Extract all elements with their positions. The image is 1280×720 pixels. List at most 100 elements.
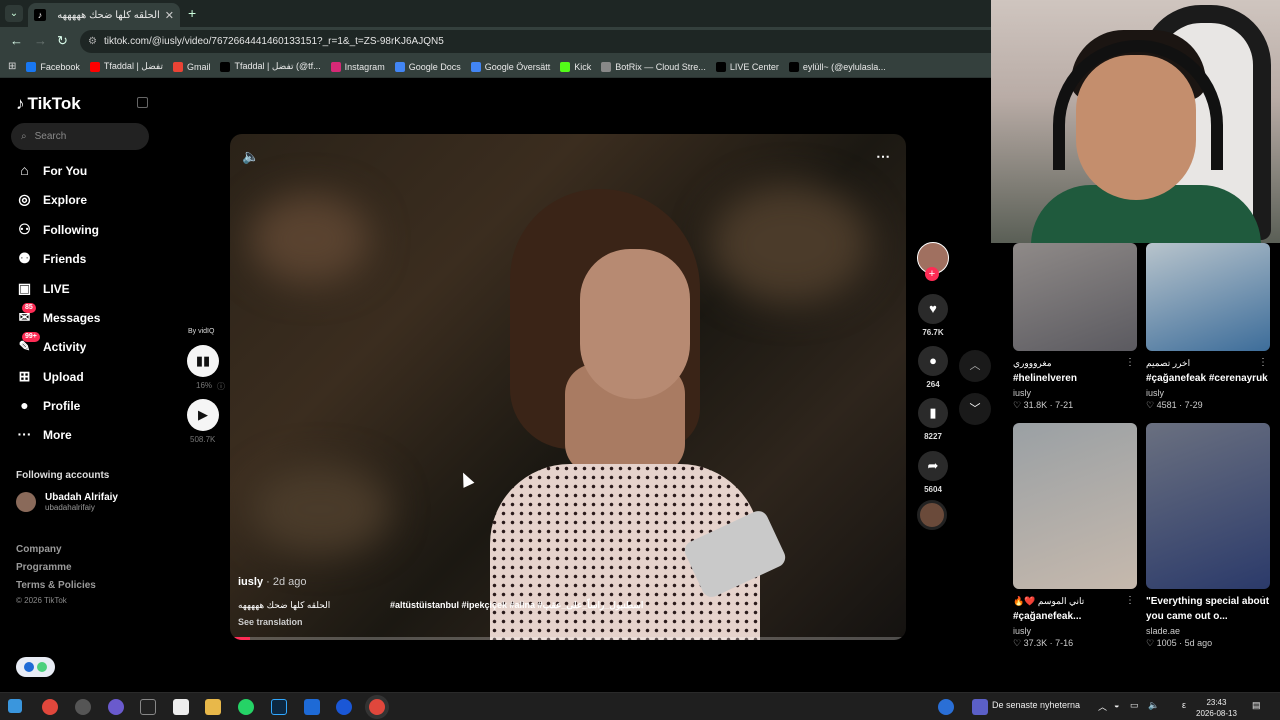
tiktok-logo[interactable]: ♪ TikTok	[16, 94, 81, 114]
volume-tray-icon[interactable]: 🔈	[1148, 700, 1159, 711]
obs-icon[interactable]	[75, 699, 91, 715]
save-action[interactable]: ▮ 8227	[917, 398, 949, 441]
sidebar-item-profile[interactable]: ● Profile	[16, 397, 80, 414]
info-icon[interactable]: ⓘ	[217, 381, 225, 392]
video-card[interactable]: تاني الموسم ❤️🔥 #çağanefeak... ⋮ iusly ♡ 37.…	[1013, 423, 1137, 649]
share-icon[interactable]: ➦	[918, 451, 948, 481]
video-card-author[interactable]: slade.ae	[1146, 626, 1270, 636]
more-options-icon[interactable]: ⋯	[876, 148, 890, 165]
video-thumbnail[interactable]	[1146, 243, 1270, 351]
footer-company[interactable]: Company	[16, 544, 62, 555]
news-icon[interactable]	[972, 699, 988, 715]
search-input[interactable]: ⌕ Search	[11, 123, 149, 150]
sidebar-item-for-you[interactable]: ⌂ For You	[16, 162, 87, 179]
site-info-icon[interactable]: ⚙	[88, 36, 97, 47]
back-arrow-icon[interactable]: ←	[10, 33, 23, 48]
browser-tab[interactable]: ♪ الحلقه كلها ضحك هههههه ✕	[28, 3, 180, 27]
video-card[interactable]: اخرر تصميم #çağanefeak #cerenayruk #leyla…	[1146, 243, 1270, 411]
volume-icon[interactable]: 🔈	[242, 148, 259, 165]
post-date: 7-16	[1055, 638, 1074, 648]
sidebar-item-live[interactable]: ▣ LIVE	[16, 280, 70, 297]
whatsapp-icon[interactable]	[238, 699, 254, 715]
app-icon-blue[interactable]	[304, 699, 320, 715]
play-button[interactable]: ▶	[187, 399, 219, 431]
news-widget[interactable]: De senaste nyheterna	[992, 700, 1080, 710]
stats-chart-button[interactable]: ▮▮	[187, 345, 219, 377]
sidebar-item-label: LIVE	[43, 281, 70, 296]
card-more-icon[interactable]: ⋮	[1125, 357, 1135, 368]
bookmark-item[interactable]: Tfaddal | تفضل	[89, 61, 163, 72]
music-disc-icon[interactable]	[917, 500, 947, 530]
tab-search-button[interactable]: ⌄	[5, 5, 23, 22]
sidebar-item-more[interactable]: ··· More	[16, 426, 72, 443]
sidebar-item-friends[interactable]: ⚉ Friends	[16, 250, 86, 267]
windows-start-icon[interactable]	[8, 699, 22, 713]
extension-toggle[interactable]	[16, 657, 55, 677]
bookmark-item[interactable]: Tfaddal | تفضل (@tf...	[220, 61, 321, 72]
card-more-icon[interactable]: ⋮	[1125, 595, 1135, 606]
forward-arrow-icon[interactable]: →	[34, 33, 47, 48]
video-card[interactable]: مغروووري #helinelveren #çağanefeak #ataya…	[1013, 243, 1137, 411]
bookmark-item[interactable]: Gmail	[172, 61, 210, 72]
sidebar-item-explore[interactable]: ◎ Explore	[16, 191, 87, 208]
sidebar-item-upload[interactable]: ⊞ Upload	[16, 368, 84, 385]
bookmark-item[interactable]: eylüll~ (@eylulasla...	[788, 61, 886, 72]
photoshop-icon[interactable]	[271, 699, 287, 715]
apps-grid-icon[interactable]: ⊞	[8, 61, 16, 72]
collapse-sidebar-icon[interactable]	[137, 97, 148, 108]
video-author[interactable]: iusly · 2d ago	[238, 576, 307, 588]
card-more-icon[interactable]: ⋮	[1258, 357, 1268, 368]
app-icon[interactable]	[173, 699, 189, 715]
bookmark-item[interactable]: Facebook	[26, 61, 80, 72]
capcut-icon[interactable]	[140, 699, 156, 715]
app-icon-ring[interactable]	[336, 699, 352, 715]
video-card[interactable]: "Everything special about you came out o…	[1146, 423, 1270, 649]
chevron-up-tray-icon[interactable]: ︿	[1098, 700, 1107, 713]
video-card-author[interactable]: iusly	[1146, 388, 1270, 398]
see-translation-link[interactable]: See translation	[238, 617, 303, 627]
comment-icon[interactable]: ●	[918, 346, 948, 376]
reload-icon[interactable]: ↻	[57, 33, 68, 49]
bookmark-item[interactable]: Kick	[560, 61, 591, 72]
bookmark-item[interactable]: Google Översätt	[470, 61, 550, 72]
tab-close-icon[interactable]: ✕	[165, 9, 174, 22]
language-indicator[interactable]: ε	[1182, 700, 1186, 710]
new-tab-button[interactable]: +	[188, 5, 196, 21]
chevron-up-icon[interactable]: ︿	[959, 350, 991, 382]
video-thumbnail[interactable]	[1013, 423, 1137, 589]
help-icon[interactable]	[938, 699, 954, 715]
following-account[interactable]: Ubadah Alrifaiy ubadahalrifaiy	[16, 492, 118, 512]
clock[interactable]: 23:43 2026-08-13	[1196, 697, 1237, 719]
video-hashtags[interactable]: #altüstüistanbul #ipekçiçek #alina #اسطن…	[390, 600, 643, 611]
battery-icon[interactable]: ▭	[1130, 700, 1139, 711]
notifications-icon[interactable]: ▤	[1252, 700, 1261, 711]
chrome-icon[interactable]	[42, 699, 58, 715]
video-thumbnail[interactable]	[1146, 423, 1270, 589]
video-player[interactable]: 🔈 ⋯ iusly · 2d ago الحلقه كلها ضحك ههههه…	[230, 134, 906, 640]
sidebar-item-following[interactable]: ⚇ Following	[16, 221, 99, 238]
bookmark-icon[interactable]: ▮	[918, 398, 948, 428]
bookmark-item[interactable]: Google Docs	[394, 61, 461, 72]
video-thumbnail[interactable]	[1013, 243, 1137, 351]
bookmark-item[interactable]: Instagram	[330, 61, 385, 72]
chevron-down-icon[interactable]: ﹀	[959, 393, 991, 425]
video-card-author[interactable]: iusly	[1013, 388, 1137, 398]
sidebar-item-activity[interactable]: ✎ 99+ Activity	[16, 332, 86, 355]
chrome-active-icon[interactable]	[369, 699, 385, 715]
footer-programme[interactable]: Programme	[16, 562, 72, 573]
video-card-author[interactable]: iusly	[1013, 626, 1137, 636]
follow-plus-icon[interactable]: +	[925, 267, 939, 281]
like-action[interactable]: ♥ 76.7K	[917, 294, 949, 337]
bookmark-item[interactable]: LIVE Center	[715, 61, 779, 72]
card-more-icon[interactable]: ⋮	[1258, 595, 1268, 606]
share-action[interactable]: ➦ 5604	[917, 451, 949, 494]
footer-terms[interactable]: Terms & Policies	[16, 580, 96, 591]
sidebar-item-messages[interactable]: ✉ 85 Messages	[16, 303, 100, 326]
chrome-profile-icon[interactable]	[108, 699, 124, 715]
bookmark-item[interactable]: BotRix — Cloud Stre...	[601, 61, 706, 72]
video-progress-bar[interactable]	[230, 637, 906, 640]
heart-icon[interactable]: ♥	[918, 294, 948, 324]
file-explorer-icon[interactable]	[205, 699, 221, 715]
comment-action[interactable]: ● 264	[917, 346, 949, 389]
network-icon[interactable]: ◒	[1114, 700, 1119, 710]
